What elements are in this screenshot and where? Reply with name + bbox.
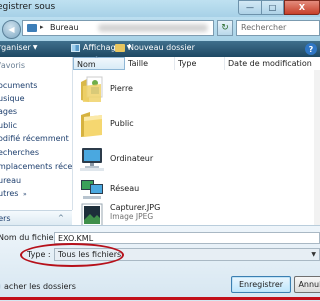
chevron-down-icon: ▼ — [311, 251, 316, 258]
nav-item-recent-places[interactable]: mplacements réce... — [0, 162, 80, 171]
chevron-down-icon: ▼ — [32, 44, 38, 51]
new-folder-icon — [115, 43, 125, 52]
save-button[interactable]: Enregistrer — [231, 276, 291, 293]
nav-item-others[interactable]: utres » — [0, 189, 27, 198]
nav-item-public[interactable]: ublic — [0, 121, 17, 130]
file-name: Capturer.JPG — [110, 203, 161, 212]
refresh-button[interactable]: ↻ — [217, 20, 233, 36]
search-placeholder: Rechercher — [241, 23, 287, 32]
file-name: Pierre — [110, 84, 133, 93]
nav-item-images[interactable]: ages — [0, 107, 17, 116]
nav-item-music[interactable]: usique — [0, 94, 25, 103]
file-name: Réseau — [110, 184, 140, 193]
maximize-button[interactable]: □ — [262, 0, 284, 15]
nav-favorites-header: favoris — [0, 61, 26, 70]
blurred-region — [98, 24, 208, 32]
filename-value: EXO.KML — [58, 234, 94, 243]
file-list: Nom ^ Taille Type Date de modification P… — [73, 56, 320, 227]
minimize-button[interactable]: — — [238, 0, 262, 15]
computer-icon — [80, 148, 104, 171]
file-type-label: Image JPEG — [110, 212, 154, 221]
hide-folders-label: acher les dossiers — [4, 282, 76, 291]
column-header-name[interactable]: Nom ^ — [73, 56, 125, 70]
refresh-icon: ↻ — [221, 23, 229, 33]
filename-field[interactable]: EXO.KML — [54, 232, 320, 244]
more-arrow-icon: » — [22, 191, 27, 198]
organise-menu-button[interactable]: rganiser ▼ — [0, 43, 37, 52]
column-header-name-label: Nom — [77, 60, 96, 69]
organise-label: rganiser — [0, 43, 31, 52]
navigation-pane: favoris ocuments usique ages ublic odifi… — [0, 57, 80, 210]
sort-arrow-icon: ^ — [94, 56, 100, 63]
folders-toggle[interactable]: iers ^ — [0, 210, 72, 226]
nav-item-others-label: utres — [0, 189, 19, 198]
save-form: Nom du fichier : EXO.KML Type : Tous les… — [0, 225, 320, 301]
chevron-up-icon — [0, 282, 1, 291]
chevron-up-icon: ^ — [58, 214, 64, 222]
column-header-date[interactable]: Date de modification — [225, 57, 320, 70]
nav-item-documents[interactable]: ocuments — [0, 81, 37, 90]
user-folder-icon — [81, 76, 103, 102]
back-arrow-icon: ◀ — [8, 25, 15, 34]
file-name: Public — [110, 119, 134, 128]
desktop-folder-icon — [27, 24, 37, 32]
command-toolbar: rganiser ▼ Affichages ▼ Nouveau dossier … — [0, 41, 320, 57]
help-button[interactable]: ? — [305, 43, 317, 55]
title-bar: egistrer sous — □ X — [0, 0, 320, 17]
filename-label: Nom du fichier : — [0, 233, 63, 242]
list-item[interactable]: Ordinateur — [73, 144, 313, 178]
red-annotation-circle — [20, 243, 124, 267]
views-icon — [71, 43, 80, 52]
close-button[interactable]: X — [284, 0, 320, 15]
address-row: ◀ ▸ Bureau ▼ ↻ Rechercher — [0, 17, 320, 41]
window-title: egistrer sous — [0, 2, 56, 12]
folders-label: iers — [0, 214, 11, 223]
back-button[interactable]: ◀ — [2, 20, 21, 39]
breadcrumb-chevron-icon[interactable]: ▸ — [40, 23, 44, 31]
column-header-type[interactable]: Type — [175, 57, 225, 70]
nav-item-desktop[interactable]: ureau — [0, 176, 21, 185]
list-item[interactable]: Pierre — [73, 74, 313, 108]
search-input[interactable]: Rechercher — [236, 20, 320, 36]
hide-folders-toggle[interactable]: acher les dossiers — [0, 282, 76, 291]
list-item[interactable]: Public — [73, 109, 313, 143]
cancel-button[interactable]: Annuler — [294, 276, 320, 293]
scrollbar[interactable] — [314, 70, 320, 225]
nav-item-recent[interactable]: odifié récemment — [0, 134, 69, 143]
nav-item-searches[interactable]: echerches — [0, 148, 39, 157]
file-name: Ordinateur — [110, 154, 154, 163]
address-bar[interactable]: ▸ Bureau ▼ — [22, 20, 230, 36]
folder-icon — [81, 112, 102, 137]
column-header-size[interactable]: Taille — [125, 57, 175, 70]
new-folder-label: Nouveau dossier — [128, 43, 195, 52]
new-folder-button[interactable]: Nouveau dossier — [115, 43, 195, 52]
breadcrumb-location[interactable]: Bureau — [50, 23, 79, 32]
